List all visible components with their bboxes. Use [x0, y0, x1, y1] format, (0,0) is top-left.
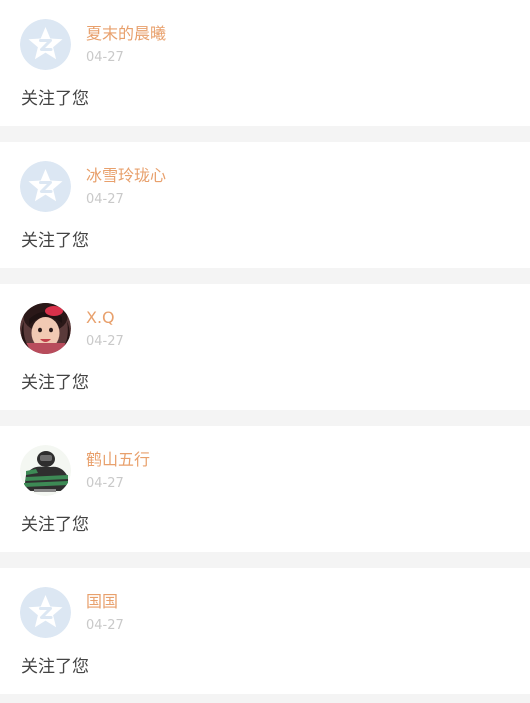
separator	[0, 552, 530, 568]
notification-text: 关注了您	[21, 373, 89, 393]
notification-item[interactable]: 冰雪玲珑心 04-27 关注了您	[0, 142, 530, 268]
default-q-star-icon	[20, 19, 71, 70]
username[interactable]: 夏末的晨曦	[86, 24, 166, 44]
notification-item[interactable]: 夏末的晨曦 04-27 关注了您	[0, 0, 530, 126]
child-photo-avatar	[20, 303, 71, 354]
timestamp: 04-27	[86, 618, 124, 633]
notification-item[interactable]: 鹤山五行 04-27 关注了您	[0, 426, 530, 552]
avatar[interactable]	[20, 445, 71, 496]
username[interactable]: 鹤山五行	[86, 450, 150, 470]
default-q-star-icon	[20, 587, 71, 638]
avatar[interactable]	[20, 19, 71, 70]
timestamp: 04-27	[86, 476, 124, 491]
notification-text: 关注了您	[21, 89, 89, 109]
notification-text: 关注了您	[21, 657, 89, 677]
default-q-star-icon	[20, 161, 71, 212]
timestamp: 04-27	[86, 192, 124, 207]
avatar[interactable]	[20, 587, 71, 638]
notification-item[interactable]: X.Q 04-27 关注了您	[0, 284, 530, 410]
avatar[interactable]	[20, 303, 71, 354]
avatar[interactable]	[20, 161, 71, 212]
timestamp: 04-27	[86, 50, 124, 65]
username[interactable]: 冰雪玲珑心	[86, 166, 166, 186]
username[interactable]: 国国	[86, 592, 118, 612]
separator	[0, 410, 530, 426]
separator	[0, 268, 530, 284]
notification-list: 夏末的晨曦 04-27 关注了您 冰雪玲珑心 04-27 关注了您 X.Q 04…	[0, 0, 530, 694]
timestamp: 04-27	[86, 334, 124, 349]
notification-text: 关注了您	[21, 515, 89, 535]
notification-text: 关注了您	[21, 231, 89, 251]
separator	[0, 126, 530, 142]
striped-photo-avatar	[20, 445, 71, 496]
username[interactable]: X.Q	[86, 308, 115, 328]
notification-item[interactable]: 国国 04-27 关注了您	[0, 568, 530, 694]
